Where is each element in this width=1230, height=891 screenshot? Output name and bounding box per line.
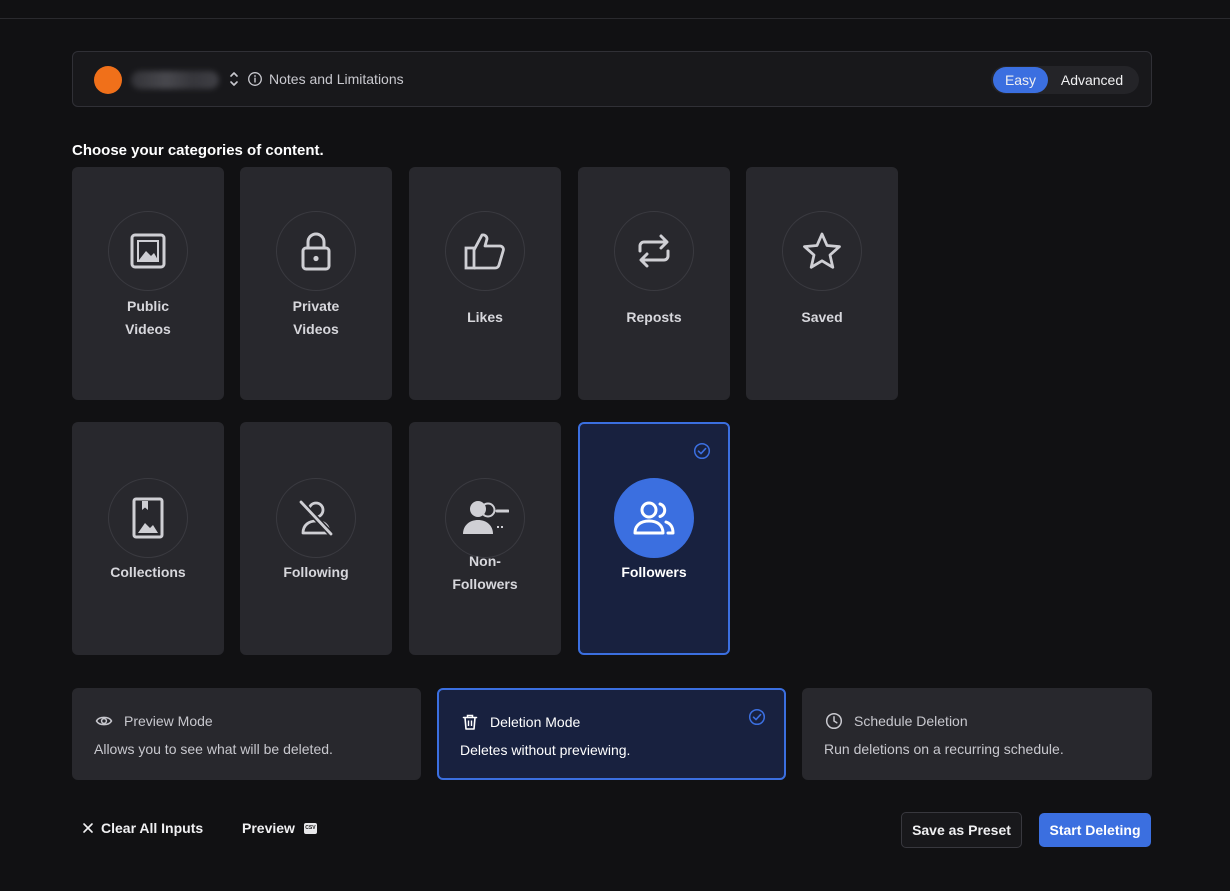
category-card-public-videos[interactable]: Public Videos [72, 167, 224, 400]
category-icon-circle [445, 211, 525, 291]
easy-advanced-toggle[interactable]: Easy Advanced [991, 66, 1139, 94]
bookmark-image-icon [132, 497, 164, 539]
notes-and-limitations-link[interactable]: Notes and Limitations [269, 71, 404, 87]
thumbs-up-icon [464, 233, 505, 270]
category-label: Collections [110, 564, 186, 580]
category-card-collections[interactable]: Collections [72, 422, 224, 655]
category-label: Likes [467, 309, 503, 325]
chevron-up-down-icon[interactable] [228, 69, 240, 89]
category-label: Reposts [626, 309, 682, 325]
image-icon [130, 233, 166, 269]
category-icon-circle [445, 478, 525, 558]
mode-title: Deletion Mode [490, 714, 581, 730]
info-icon[interactable] [247, 71, 263, 87]
mode-title: Schedule Deletion [854, 713, 968, 729]
category-card-non-followers[interactable]: Non- Followers [409, 422, 561, 655]
category-label: Following [283, 564, 349, 580]
category-card-following[interactable]: Following [240, 422, 392, 655]
close-icon [83, 823, 93, 833]
csv-badge-icon: CSV [303, 822, 317, 834]
category-card-reposts[interactable]: Reposts [578, 167, 730, 400]
star-icon [803, 232, 841, 269]
clock-icon [825, 712, 843, 730]
category-icon-circle [276, 211, 356, 291]
repost-icon [638, 234, 670, 268]
check-circle-icon [693, 442, 711, 460]
category-icon-circle [108, 211, 188, 291]
start-deleting-button[interactable]: Start Deleting [1039, 813, 1151, 847]
save-as-preset-button[interactable]: Save as Preset [901, 812, 1022, 848]
category-label: Private Videos [292, 298, 340, 337]
trash-icon [462, 714, 478, 730]
category-card-followers[interactable]: Followers [578, 422, 730, 655]
mode-card-deletion[interactable]: Deletion Mode Deletes without previewing… [437, 688, 786, 780]
avatar[interactable] [94, 66, 122, 94]
category-card-private-videos[interactable]: Private Videos [240, 167, 392, 400]
category-label: Non- Followers [452, 553, 518, 592]
user-minus-icon [463, 501, 509, 534]
category-label: Saved [801, 309, 843, 325]
preview-button[interactable]: Preview CSV [242, 820, 317, 836]
category-icon-circle [108, 478, 188, 558]
preview-label: Preview [242, 820, 295, 836]
category-label: Public Videos [125, 298, 171, 337]
category-label: Followers [621, 564, 687, 580]
mode-card-preview[interactable]: Preview Mode Allows you to see what will… [72, 688, 421, 780]
category-icon-circle [276, 478, 356, 558]
category-icon-circle [614, 211, 694, 291]
category-icon-circle [614, 478, 694, 558]
lock-icon [301, 232, 331, 271]
toggle-easy[interactable]: Easy [993, 67, 1048, 93]
section-title: Choose your categories of content. [72, 142, 324, 159]
users-icon [633, 501, 675, 535]
account-name-blurred[interactable] [131, 71, 219, 89]
category-icon-circle [782, 211, 862, 291]
mode-description: Deletes without previewing. [460, 742, 631, 758]
user-off-icon [298, 499, 334, 537]
category-card-likes[interactable]: Likes [409, 167, 561, 400]
check-circle-icon [748, 708, 766, 726]
account-header: Notes and Limitations Easy Advanced [72, 51, 1152, 107]
mode-description: Run deletions on a recurring schedule. [824, 741, 1064, 757]
category-card-saved[interactable]: Saved [746, 167, 898, 400]
mode-description: Allows you to see what will be deleted. [94, 741, 333, 757]
toggle-advanced[interactable]: Advanced [1048, 67, 1136, 93]
mode-title: Preview Mode [124, 713, 213, 729]
top-divider [0, 18, 1230, 19]
clear-all-inputs-label: Clear All Inputs [101, 820, 204, 836]
clear-all-inputs-button[interactable]: Clear All Inputs [82, 820, 203, 836]
mode-card-schedule[interactable]: Schedule Deletion Run deletions on a rec… [802, 688, 1152, 780]
eye-icon [95, 716, 113, 726]
